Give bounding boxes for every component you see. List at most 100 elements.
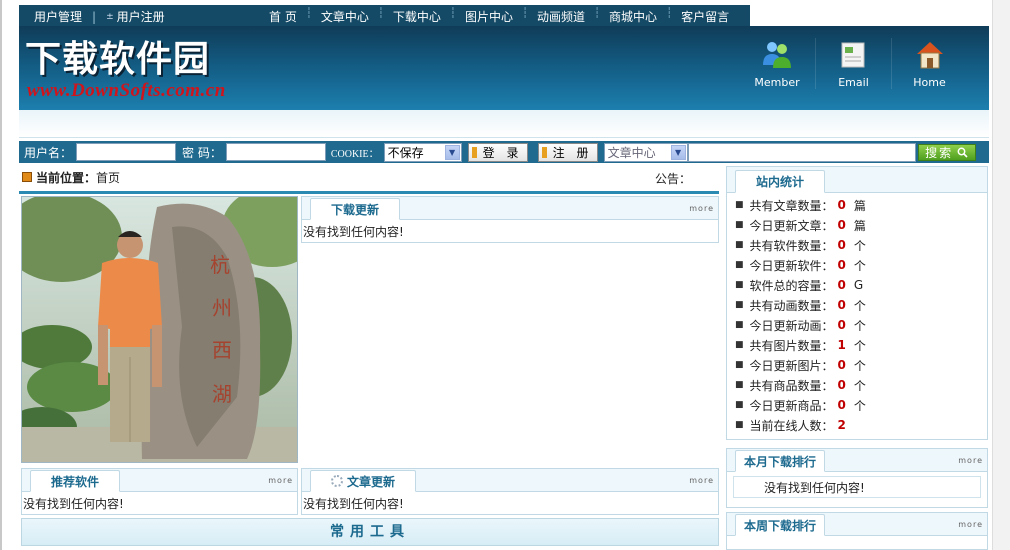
stats-value: 0 xyxy=(837,298,846,312)
featured-photo-image: 杭 州 西 湖 xyxy=(22,197,297,462)
user-admin-link[interactable]: 用户管理 xyxy=(34,8,82,25)
panel-title: 本月下载排行 xyxy=(744,454,817,469)
panel-header: 推荐软件 more xyxy=(22,469,297,492)
vertical-scrollbar[interactable] xyxy=(992,0,1010,550)
home-link[interactable]: Home xyxy=(891,38,967,89)
section-divider xyxy=(19,191,719,194)
home-icon xyxy=(916,42,943,69)
header-icons: Member Email Home xyxy=(739,38,967,89)
tab-download-updates[interactable]: 下载更新 xyxy=(310,198,401,220)
search-icon xyxy=(957,147,968,158)
featured-photo[interactable]: 杭 州 西 湖 xyxy=(21,196,298,463)
stats-label: 当前在线人数： xyxy=(749,418,834,433)
panel-header: 文章更新 more xyxy=(302,469,718,492)
bullet-icon: ■ xyxy=(735,420,744,430)
bullet-icon: ■ xyxy=(735,340,744,350)
menu-divider: ┆ xyxy=(594,8,601,19)
more-link[interactable]: more xyxy=(958,520,983,529)
cookie-select[interactable]: 不保存 ▼ xyxy=(383,142,462,162)
svg-text:湖: 湖 xyxy=(212,382,232,406)
member-label: Member xyxy=(754,76,800,89)
menu-item-downloads[interactable]: 下载中心 xyxy=(393,8,441,25)
stats-item: ■ 今日更新动画： 0 个 xyxy=(735,315,979,335)
breadcrumb-label: 当前位置： xyxy=(36,170,97,185)
stats-unit: 个 xyxy=(853,358,866,373)
svg-text:州: 州 xyxy=(212,296,232,320)
menu-item-shop[interactable]: 商城中心 xyxy=(609,8,657,25)
breadcrumb-home[interactable]: 首页 xyxy=(96,169,120,186)
tab-article-updates[interactable]: 文章更新 xyxy=(310,470,417,492)
button-mark-icon xyxy=(541,146,547,158)
menu-item-guestbook[interactable]: 客户留言 xyxy=(681,8,729,25)
stats-label: 今日更新软件： xyxy=(749,258,834,273)
stats-unit: G xyxy=(853,278,864,292)
search-button-label: 搜索 xyxy=(925,145,954,160)
cookie-label: COOKIE： xyxy=(330,148,379,160)
panel-body: 没有找到任何内容! xyxy=(727,472,987,502)
panel-header: 本月下载排行 more xyxy=(727,449,987,472)
menu-divider: ┆ xyxy=(305,8,312,19)
site-logo[interactable]: 下载软件园 xyxy=(25,30,210,82)
menu-item-home[interactable]: 首 页 xyxy=(269,8,297,25)
main-menu: 首 页 ┆ 文章中心 ┆ 下载中心 ┆ 图片中心 ┆ 动画频道 ┆ 商城中心 ┆… xyxy=(269,8,729,25)
empty-message: 没有找到任何内容! xyxy=(23,497,124,511)
stats-value: 2 xyxy=(837,418,846,432)
stats-unit: 个 xyxy=(853,338,866,353)
weekly-ranking-panel: 本周下载排行 more xyxy=(726,512,988,550)
more-link[interactable]: more xyxy=(268,476,293,485)
tab-site-stats[interactable]: 站内统计 xyxy=(735,170,826,193)
panel-header: 站内统计 xyxy=(727,167,987,193)
stats-unit: 个 xyxy=(853,398,866,413)
more-link[interactable]: more xyxy=(689,476,714,485)
stats-item: ■ 当前在线人数： 2 xyxy=(735,415,979,435)
location-icon xyxy=(22,172,32,182)
stats-label: 今日更新文章： xyxy=(749,218,834,233)
panel-title: 推荐软件 xyxy=(51,474,100,489)
stats-label: 今日更新图片： xyxy=(749,358,834,373)
more-link[interactable]: more xyxy=(689,204,714,213)
register-button-label: 注 册 xyxy=(552,145,593,160)
stats-label: 共有文章数量： xyxy=(749,198,834,213)
nav-separator: | xyxy=(92,9,97,24)
password-label: 密 码： xyxy=(182,145,222,160)
stats-item: ■ 共有文章数量： 0 篇 xyxy=(735,195,979,215)
stats-unit: 个 xyxy=(853,318,866,333)
panel-title: 文章更新 xyxy=(347,474,396,489)
menu-divider: ┆ xyxy=(449,8,456,19)
email-link[interactable]: Email xyxy=(815,38,891,89)
search-button[interactable]: 搜索 xyxy=(917,143,976,161)
stats-body: ■ 共有文章数量： 0 篇 ■ 今日更新文章： 0 篇 ■ 共有软件数量： 0 个 ■ 今日更新软件… xyxy=(727,193,987,437)
menu-item-animation[interactable]: 动画频道 xyxy=(537,8,585,25)
bullet-icon: ■ xyxy=(735,300,744,310)
stats-value: 0 xyxy=(837,238,846,252)
user-register-link[interactable]: 用户注册 xyxy=(117,8,165,25)
stats-item: ■ 共有图片数量： 1 个 xyxy=(735,335,979,355)
empty-message: 没有找到任何内容! xyxy=(303,225,404,239)
more-link[interactable]: more xyxy=(958,456,983,465)
stats-value: 1 xyxy=(837,338,846,352)
tab-monthly-ranking[interactable]: 本月下载排行 xyxy=(735,450,826,472)
article-updates-panel: 文章更新 more 没有找到任何内容! xyxy=(301,468,719,515)
tab-recommended[interactable]: 推荐软件 xyxy=(30,470,121,492)
username-input[interactable] xyxy=(76,143,177,161)
search-category-select[interactable]: 文章中心 ▼ xyxy=(603,142,688,162)
home-label: Home xyxy=(913,76,946,89)
header-strip xyxy=(19,110,989,138)
stats-item: ■ 今日更新图片： 0 个 xyxy=(735,355,979,375)
site-domain: www.DownSofts.com.cn xyxy=(27,80,226,101)
menu-item-articles[interactable]: 文章中心 xyxy=(321,8,369,25)
window-frame xyxy=(0,0,2,550)
menu-item-pictures[interactable]: 图片中心 xyxy=(465,8,513,25)
member-link[interactable]: Member xyxy=(739,38,815,89)
empty-message: 没有找到任何内容! xyxy=(303,497,404,511)
register-button[interactable]: 注 册 xyxy=(537,142,598,162)
password-input[interactable] xyxy=(225,143,326,161)
monthly-ranking-panel: 本月下载排行 more 没有找到任何内容! xyxy=(726,448,988,508)
bullet-icon: ■ xyxy=(735,260,744,270)
stats-label: 今日更新动画： xyxy=(749,318,834,333)
search-input[interactable] xyxy=(687,142,916,162)
user-links: 用户管理 | ± 用户注册 xyxy=(34,8,165,25)
button-mark-icon xyxy=(471,146,477,158)
login-button[interactable]: 登 录 xyxy=(467,142,528,162)
tab-weekly-ranking[interactable]: 本周下载排行 xyxy=(735,514,826,536)
